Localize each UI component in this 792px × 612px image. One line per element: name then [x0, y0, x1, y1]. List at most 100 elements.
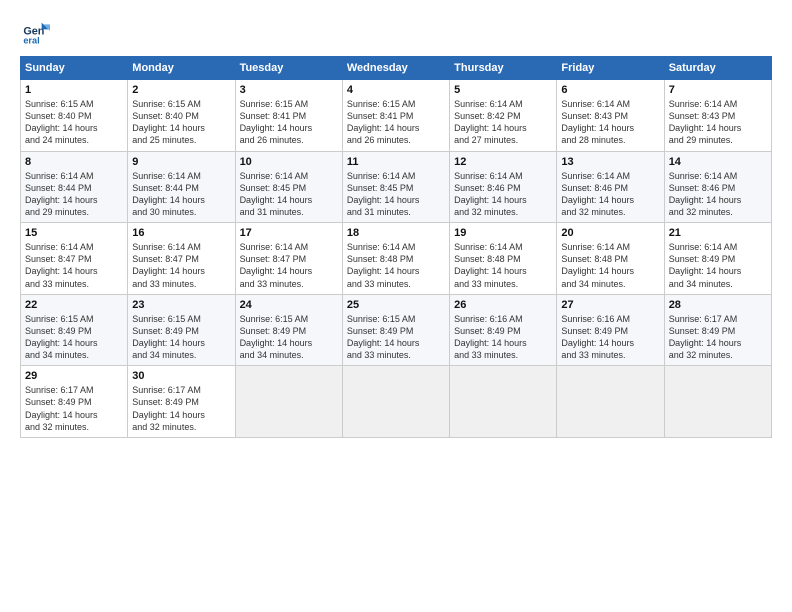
day-info: Sunrise: 6:14 AMSunset: 8:43 PMDaylight:… — [561, 99, 634, 145]
day-number: 19 — [454, 227, 552, 239]
day-number: 9 — [132, 156, 230, 168]
day-info: Sunrise: 6:15 AMSunset: 8:41 PMDaylight:… — [347, 99, 420, 145]
day-number: 17 — [240, 227, 338, 239]
day-cell: 2 Sunrise: 6:15 AMSunset: 8:40 PMDayligh… — [128, 80, 235, 152]
day-info: Sunrise: 6:15 AMSunset: 8:49 PMDaylight:… — [25, 314, 98, 360]
day-number: 20 — [561, 227, 659, 239]
day-cell: 10 Sunrise: 6:14 AMSunset: 8:45 PMDaylig… — [235, 151, 342, 223]
day-cell — [664, 366, 771, 438]
week-row-5: 29 Sunrise: 6:17 AMSunset: 8:49 PMDaylig… — [21, 366, 772, 438]
day-cell: 7 Sunrise: 6:14 AMSunset: 8:43 PMDayligh… — [664, 80, 771, 152]
day-info: Sunrise: 6:15 AMSunset: 8:41 PMDaylight:… — [240, 99, 313, 145]
day-info: Sunrise: 6:14 AMSunset: 8:49 PMDaylight:… — [669, 242, 742, 288]
day-number: 25 — [347, 299, 445, 311]
day-number: 2 — [132, 84, 230, 96]
day-cell: 16 Sunrise: 6:14 AMSunset: 8:47 PMDaylig… — [128, 223, 235, 295]
week-row-3: 15 Sunrise: 6:14 AMSunset: 8:47 PMDaylig… — [21, 223, 772, 295]
day-cell: 22 Sunrise: 6:15 AMSunset: 8:49 PMDaylig… — [21, 294, 128, 366]
week-row-1: 1 Sunrise: 6:15 AMSunset: 8:40 PMDayligh… — [21, 80, 772, 152]
day-number: 12 — [454, 156, 552, 168]
day-info: Sunrise: 6:14 AMSunset: 8:43 PMDaylight:… — [669, 99, 742, 145]
day-number: 24 — [240, 299, 338, 311]
day-info: Sunrise: 6:15 AMSunset: 8:40 PMDaylight:… — [132, 99, 205, 145]
day-number: 14 — [669, 156, 767, 168]
day-cell: 21 Sunrise: 6:14 AMSunset: 8:49 PMDaylig… — [664, 223, 771, 295]
day-number: 4 — [347, 84, 445, 96]
day-number: 23 — [132, 299, 230, 311]
day-info: Sunrise: 6:15 AMSunset: 8:40 PMDaylight:… — [25, 99, 98, 145]
weekday-header-tuesday: Tuesday — [235, 57, 342, 80]
day-number: 7 — [669, 84, 767, 96]
day-cell: 13 Sunrise: 6:14 AMSunset: 8:46 PMDaylig… — [557, 151, 664, 223]
day-cell: 29 Sunrise: 6:17 AMSunset: 8:49 PMDaylig… — [21, 366, 128, 438]
day-cell: 8 Sunrise: 6:14 AMSunset: 8:44 PMDayligh… — [21, 151, 128, 223]
day-number: 29 — [25, 370, 123, 382]
day-cell: 25 Sunrise: 6:15 AMSunset: 8:49 PMDaylig… — [342, 294, 449, 366]
day-info: Sunrise: 6:14 AMSunset: 8:47 PMDaylight:… — [240, 242, 313, 288]
day-cell: 23 Sunrise: 6:15 AMSunset: 8:49 PMDaylig… — [128, 294, 235, 366]
day-cell: 4 Sunrise: 6:15 AMSunset: 8:41 PMDayligh… — [342, 80, 449, 152]
day-cell: 17 Sunrise: 6:14 AMSunset: 8:47 PMDaylig… — [235, 223, 342, 295]
calendar-table: SundayMondayTuesdayWednesdayThursdayFrid… — [20, 56, 772, 438]
calendar-header: SundayMondayTuesdayWednesdayThursdayFrid… — [21, 57, 772, 80]
day-number: 21 — [669, 227, 767, 239]
day-number: 1 — [25, 84, 123, 96]
day-cell: 12 Sunrise: 6:14 AMSunset: 8:46 PMDaylig… — [450, 151, 557, 223]
day-info: Sunrise: 6:16 AMSunset: 8:49 PMDaylight:… — [454, 314, 527, 360]
day-cell: 11 Sunrise: 6:14 AMSunset: 8:45 PMDaylig… — [342, 151, 449, 223]
logo-icon: Gen eral — [20, 16, 50, 46]
day-info: Sunrise: 6:14 AMSunset: 8:48 PMDaylight:… — [454, 242, 527, 288]
day-info: Sunrise: 6:14 AMSunset: 8:47 PMDaylight:… — [25, 242, 98, 288]
day-info: Sunrise: 6:14 AMSunset: 8:48 PMDaylight:… — [561, 242, 634, 288]
day-cell — [342, 366, 449, 438]
weekday-header-monday: Monday — [128, 57, 235, 80]
day-info: Sunrise: 6:14 AMSunset: 8:46 PMDaylight:… — [454, 171, 527, 217]
day-cell: 15 Sunrise: 6:14 AMSunset: 8:47 PMDaylig… — [21, 223, 128, 295]
day-info: Sunrise: 6:17 AMSunset: 8:49 PMDaylight:… — [669, 314, 742, 360]
day-number: 16 — [132, 227, 230, 239]
day-number: 11 — [347, 156, 445, 168]
day-cell — [235, 366, 342, 438]
day-number: 8 — [25, 156, 123, 168]
day-cell: 14 Sunrise: 6:14 AMSunset: 8:46 PMDaylig… — [664, 151, 771, 223]
day-number: 15 — [25, 227, 123, 239]
page: Gen eral SundayMondayTuesdayWednesdayThu… — [0, 0, 792, 612]
day-number: 27 — [561, 299, 659, 311]
day-number: 5 — [454, 84, 552, 96]
day-number: 3 — [240, 84, 338, 96]
week-row-4: 22 Sunrise: 6:15 AMSunset: 8:49 PMDaylig… — [21, 294, 772, 366]
day-number: 22 — [25, 299, 123, 311]
day-cell: 3 Sunrise: 6:15 AMSunset: 8:41 PMDayligh… — [235, 80, 342, 152]
day-info: Sunrise: 6:14 AMSunset: 8:45 PMDaylight:… — [240, 171, 313, 217]
day-cell: 18 Sunrise: 6:14 AMSunset: 8:48 PMDaylig… — [342, 223, 449, 295]
day-info: Sunrise: 6:16 AMSunset: 8:49 PMDaylight:… — [561, 314, 634, 360]
day-number: 30 — [132, 370, 230, 382]
day-number: 18 — [347, 227, 445, 239]
day-cell: 6 Sunrise: 6:14 AMSunset: 8:43 PMDayligh… — [557, 80, 664, 152]
weekday-header-wednesday: Wednesday — [342, 57, 449, 80]
day-cell — [557, 366, 664, 438]
weekday-header-sunday: Sunday — [21, 57, 128, 80]
day-info: Sunrise: 6:17 AMSunset: 8:49 PMDaylight:… — [132, 385, 205, 431]
day-cell: 28 Sunrise: 6:17 AMSunset: 8:49 PMDaylig… — [664, 294, 771, 366]
logo: Gen eral — [20, 16, 54, 46]
day-cell: 30 Sunrise: 6:17 AMSunset: 8:49 PMDaylig… — [128, 366, 235, 438]
day-info: Sunrise: 6:14 AMSunset: 8:46 PMDaylight:… — [561, 171, 634, 217]
day-info: Sunrise: 6:15 AMSunset: 8:49 PMDaylight:… — [132, 314, 205, 360]
day-info: Sunrise: 6:14 AMSunset: 8:45 PMDaylight:… — [347, 171, 420, 217]
weekday-row: SundayMondayTuesdayWednesdayThursdayFrid… — [21, 57, 772, 80]
day-cell: 5 Sunrise: 6:14 AMSunset: 8:42 PMDayligh… — [450, 80, 557, 152]
day-cell: 19 Sunrise: 6:14 AMSunset: 8:48 PMDaylig… — [450, 223, 557, 295]
day-info: Sunrise: 6:14 AMSunset: 8:42 PMDaylight:… — [454, 99, 527, 145]
day-cell: 26 Sunrise: 6:16 AMSunset: 8:49 PMDaylig… — [450, 294, 557, 366]
svg-text:eral: eral — [23, 36, 39, 46]
day-cell: 20 Sunrise: 6:14 AMSunset: 8:48 PMDaylig… — [557, 223, 664, 295]
day-cell: 9 Sunrise: 6:14 AMSunset: 8:44 PMDayligh… — [128, 151, 235, 223]
day-number: 10 — [240, 156, 338, 168]
day-info: Sunrise: 6:14 AMSunset: 8:47 PMDaylight:… — [132, 242, 205, 288]
day-info: Sunrise: 6:15 AMSunset: 8:49 PMDaylight:… — [347, 314, 420, 360]
day-cell — [450, 366, 557, 438]
day-cell: 27 Sunrise: 6:16 AMSunset: 8:49 PMDaylig… — [557, 294, 664, 366]
day-info: Sunrise: 6:14 AMSunset: 8:44 PMDaylight:… — [25, 171, 98, 217]
day-number: 6 — [561, 84, 659, 96]
